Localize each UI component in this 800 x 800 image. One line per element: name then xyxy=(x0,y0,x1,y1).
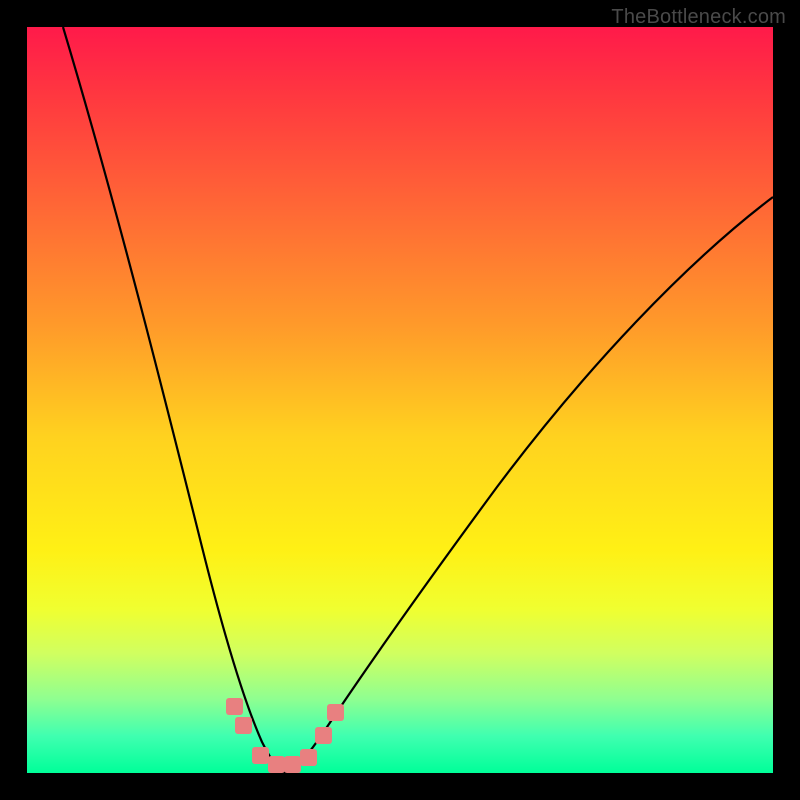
left-curve xyxy=(63,27,285,773)
right-curve xyxy=(285,197,773,773)
watermark-text: TheBottleneck.com xyxy=(611,6,786,29)
chart-curves xyxy=(27,27,773,773)
valley-markers xyxy=(226,698,344,773)
